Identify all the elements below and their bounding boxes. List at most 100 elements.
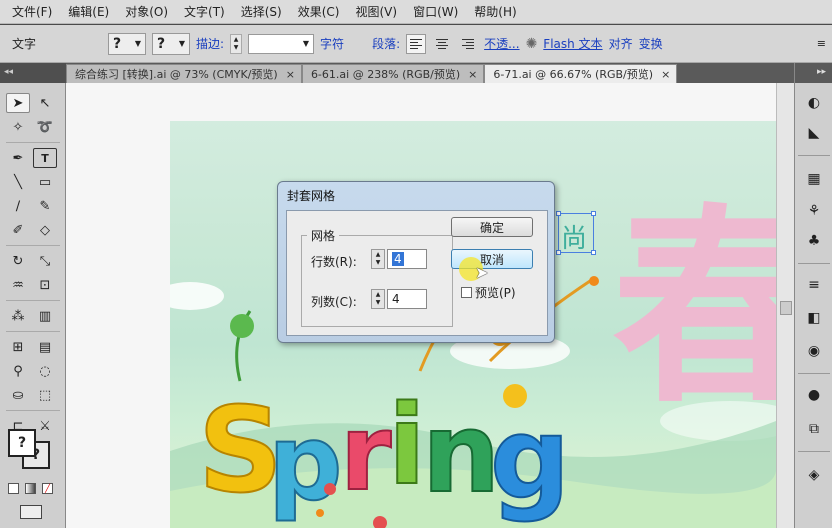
vertical-scrollbar[interactable] [776,83,794,528]
live-paint-bucket-tool-icon[interactable]: ⛀ [6,385,30,405]
rectangle-tool-icon[interactable]: ▭ [33,172,57,192]
rows-input[interactable]: 4 [387,249,427,269]
fill-stroke-swatches[interactable]: ? ? [8,429,58,473]
mesh-group-label: 网格 [307,227,340,244]
selection-tool-icon[interactable]: ➤ [6,93,30,113]
svg-text:i: i [388,381,426,509]
selection-handle[interactable] [556,250,561,255]
ok-button[interactable]: 确定 [451,217,533,237]
eraser-tool-icon[interactable]: ◇ [33,220,57,240]
type-tool-icon[interactable]: T [33,148,57,168]
menu-view[interactable]: 视图(V) [347,3,405,20]
stroke-weight-field[interactable]: ▼ [248,33,315,54]
tab-doc-2[interactable]: 6-61.ai @ 238% (RGB/预览) × [301,64,485,83]
svg-text:p: p [268,402,342,524]
menu-file[interactable]: 文件(F) [4,3,60,20]
column-graph-tool-icon[interactable]: ▥ [33,306,57,326]
direct-selection-tool-icon[interactable]: ↖ [33,93,57,113]
align-center-button[interactable] [432,34,452,54]
selection-handle[interactable] [591,211,596,216]
columns-label: 列数(C): [311,295,357,309]
color-icon[interactable]: ◐ [804,93,824,113]
preview-label: 预览(P) [475,286,516,300]
columns-input[interactable]: 4 [387,289,427,309]
fill-swatch[interactable]: ? [8,429,36,457]
transform-link[interactable]: 变换 [639,35,663,52]
collapse-toolbox-icon[interactable]: ◂◂ [0,63,66,83]
menu-effect[interactable]: 效果(C) [290,3,348,20]
character-panel-link[interactable]: 字符 [320,35,344,52]
stroke-weight-spinner[interactable]: ▲ ▼ [230,33,243,54]
menu-select[interactable]: 选择(S) [233,3,290,20]
eyedropper-tool-icon[interactable]: ⚲ [6,361,30,381]
paragraph-label[interactable]: 段落: [372,35,400,52]
menu-window[interactable]: 窗口(W) [405,3,466,20]
close-icon[interactable]: × [468,68,477,81]
scale-tool-icon[interactable]: ⤡ [33,251,57,271]
align-left-button[interactable] [406,33,427,54]
warp-tool-icon[interactable]: ♒ [6,275,30,295]
mesh-tool-icon[interactable]: ⊞ [6,337,30,357]
selected-text: 尚 [561,224,588,254]
control-bar: 文字 ? ▼ ? ▼ 描边: ▲ ▼ ▼ 字符 段落: 不透... ✺ Flash 文… [0,25,832,63]
artboards-icon[interactable]: ◈ [804,465,824,485]
paintbrush-tool-icon[interactable]: ∕ [6,196,30,216]
recolor-icon[interactable]: ✺ [526,36,538,52]
none-mode-icon[interactable]: ╱ [42,483,53,494]
preview-checkbox[interactable] [461,287,472,298]
tab-doc-3[interactable]: 6-71.ai @ 66.67% (RGB/预览) × [484,64,678,83]
align-link[interactable]: 对齐 [609,35,633,52]
close-icon[interactable]: × [286,68,295,81]
expand-panels-icon[interactable]: ▸▸ [795,63,832,83]
tool-divider [6,142,60,143]
line-tool-icon[interactable]: ╲ [6,172,30,192]
menu-edit[interactable]: 编辑(E) [60,3,117,20]
gradient-tool-icon[interactable]: ▤ [33,337,57,357]
gradient-icon[interactable]: ◣ [804,123,824,143]
selection-handle[interactable] [591,250,596,255]
swatches-icon[interactable]: ▦ [804,169,824,189]
layers-icon[interactable]: ⧉ [804,419,824,439]
magic-wand-tool-icon[interactable]: ✧ [6,117,30,137]
transparency-icon[interactable]: ◧ [804,308,824,328]
brushes-icon[interactable]: ⚘ [804,201,824,221]
pen-tool-icon[interactable]: ✒ [6,148,30,168]
columns-stepper[interactable]: ▲ ▼ [371,289,385,309]
flash-text-link[interactable]: Flash 文本 [543,35,602,52]
color-mode-icon[interactable] [8,483,19,494]
rotate-tool-icon[interactable]: ↻ [6,251,30,271]
blob-brush-tool-icon[interactable]: ✐ [6,220,30,240]
gradient-mode-icon[interactable] [25,483,36,494]
lasso-tool-icon[interactable]: ➰ [33,117,57,137]
close-icon[interactable]: × [661,68,670,81]
opacity-link[interactable]: 不透... [484,35,519,52]
graphic-styles-icon[interactable]: ● [804,385,824,405]
screen-mode-icon[interactable] [20,505,42,519]
blend-tool-icon[interactable]: ◌ [33,361,57,381]
tab-doc-1[interactable]: 综合练习 [转换].ai @ 73% (CMYK/预览) × [66,64,302,83]
menu-type[interactable]: 文字(T) [176,3,233,20]
scrollbar-thumb[interactable] [780,301,792,315]
appearance-icon[interactable]: ◉ [804,341,824,361]
selected-text-frame[interactable]: 尚 [556,211,596,255]
selection-handle[interactable] [556,211,561,216]
rows-stepper[interactable]: ▲ ▼ [371,249,385,269]
envelope-mesh-dialog: 封套网格 网格 行数(R): ▲ ▼ 4 列数(C): ▲ ▼ 4 确定 取消 预览… [277,181,555,343]
dialog-title: 封套网格 [287,189,336,203]
menu-object[interactable]: 对象(O) [117,3,176,20]
stroke-icon[interactable]: ≡ [804,275,824,295]
control-bar-menu-icon[interactable]: ≡ [817,37,826,50]
stroke-color-picker[interactable]: ? ▼ [152,32,190,55]
menu-bar: 文件(F) 编辑(E) 对象(O) 文字(T) 选择(S) 效果(C) 视图(V… [0,0,832,24]
toolbox: ➤ ↖ ✧ ➰ ✒ T ╲ ▭ ∕ ✎ ✐ ◇ ↻ ⤡ ♒ ⊡ ⁂ ▥ ⊞ ▤ … [0,83,66,528]
menu-help[interactable]: 帮助(H) [466,3,524,20]
free-transform-tool-icon[interactable]: ⊡ [33,275,57,295]
align-right-button[interactable] [458,34,478,54]
fill-color-picker[interactable]: ? ▼ [108,32,146,55]
symbols-icon[interactable]: ♣ [804,231,824,251]
live-paint-selection-tool-icon[interactable]: ⬚ [33,385,57,405]
stroke-label[interactable]: 描边: [196,35,224,52]
fill-unknown-icon: ? [113,35,122,52]
pencil-tool-icon[interactable]: ✎ [33,196,57,216]
symbol-sprayer-tool-icon[interactable]: ⁂ [6,306,30,326]
